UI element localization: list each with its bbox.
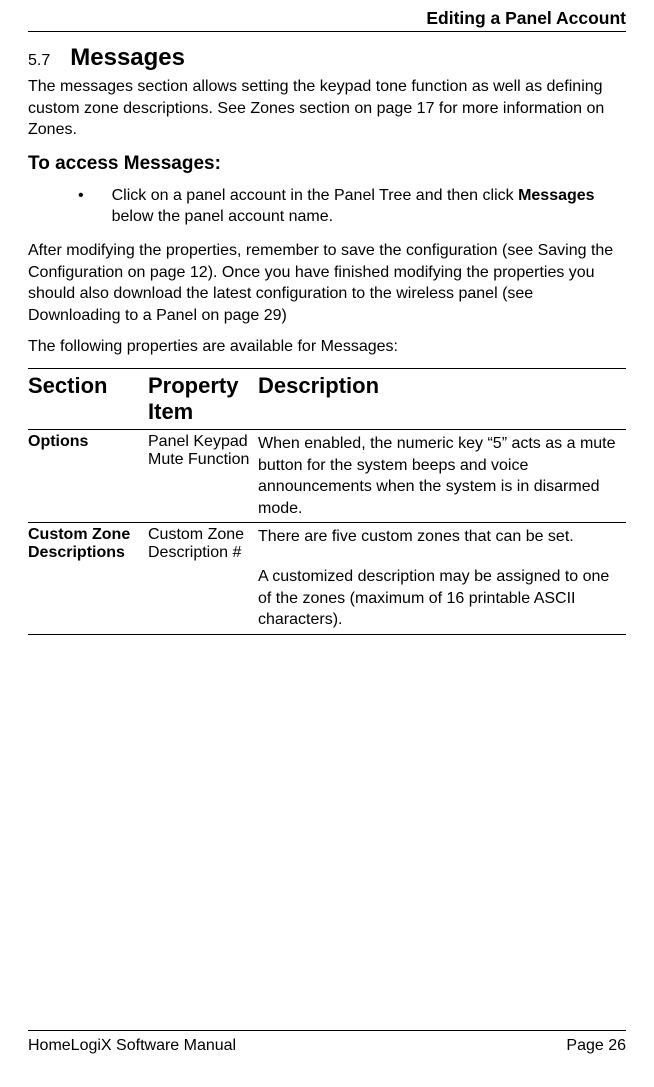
bullet-text-bold: Messages [518,187,595,204]
following-paragraph: The following properties are available f… [28,336,626,358]
page-header-title: Editing a Panel Account [28,8,626,32]
bullet-list: • Click on a panel account in the Panel … [78,185,626,228]
intro-paragraph: The messages section allows setting the … [28,76,626,141]
table-row: Custom Zone Descriptions Custom Zone Des… [28,523,626,634]
description-para-1: There are five custom zones that can be … [258,528,574,545]
cell-description: When enabled, the numeric key “5” acts a… [258,429,626,522]
cell-description: There are five custom zones that can be … [258,523,626,634]
table-header-row: Section Property Item Description [28,368,626,429]
page-footer: HomeLogiX Software Manual Page 26 [28,1030,626,1055]
bullet-text-prefix: Click on a panel account in the Panel Tr… [112,187,518,204]
table-header-property: Property Item [148,368,258,429]
table-header-description: Description [258,368,626,429]
cell-property: Panel Keypad Mute Function [148,429,258,522]
footer-right: Page 26 [566,1037,626,1055]
after-note-paragraph: After modifying the properties, remember… [28,240,626,326]
description-para-1: When enabled, the numeric key “5” acts a… [258,435,616,517]
bullet-content: Click on a panel account in the Panel Tr… [112,185,626,228]
description-para-2: A customized description may be assigned… [258,566,620,631]
footer-left: HomeLogiX Software Manual [28,1037,236,1055]
cell-section: Custom Zone Descriptions [28,523,148,634]
properties-table: Section Property Item Description Option… [28,368,626,635]
cell-section: Options [28,429,148,522]
sub-heading: To access Messages: [28,153,626,175]
section-number: 5.7 [28,52,50,70]
section-title: Messages [70,44,185,72]
table-row: Options Panel Keypad Mute Function When … [28,429,626,522]
bullet-marker-icon: • [78,185,84,228]
bullet-text-suffix: below the panel account name. [112,208,333,225]
section-heading: 5.7 Messages [28,44,626,72]
bullet-item: • Click on a panel account in the Panel … [78,185,626,228]
cell-property: Custom Zone Description # [148,523,258,634]
table-header-section: Section [28,368,148,429]
